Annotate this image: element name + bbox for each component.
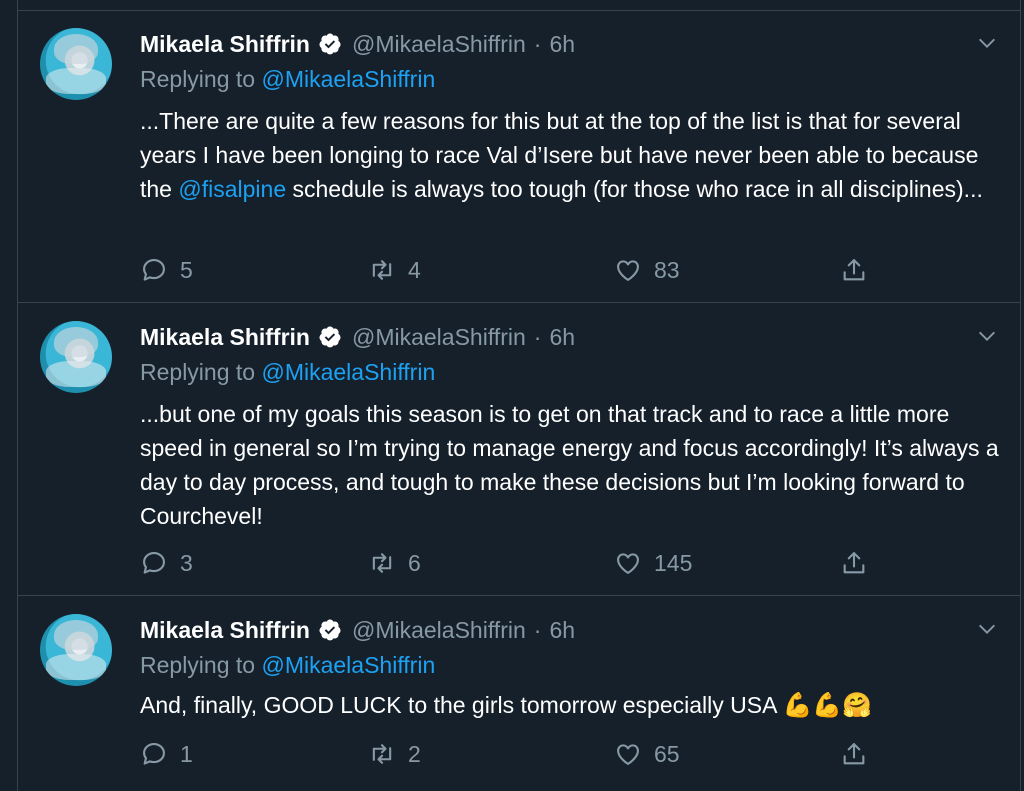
author-handle[interactable]: @MikaelaShiffrin	[352, 324, 526, 351]
timeline-border-right	[1020, 0, 1021, 791]
separator-dot: ·	[533, 616, 542, 643]
retweet-button[interactable]: 2	[368, 740, 421, 768]
retweet-button[interactable]: 6	[368, 549, 421, 577]
replying-to-mention[interactable]: @MikaelaShiffrin	[261, 359, 435, 385]
tweet-header: Mikaela Shiffrin @MikaelaShiffrin · 6h	[140, 321, 575, 353]
share-button[interactable]	[840, 549, 868, 577]
author-name[interactable]: Mikaela Shiffrin	[140, 617, 310, 644]
retweet-button[interactable]: 4	[368, 256, 421, 284]
reply-button[interactable]: 5	[140, 256, 193, 284]
share-button[interactable]	[840, 256, 868, 284]
tweet[interactable]: Mikaela Shiffrin @MikaelaShiffrin · 6h R…	[18, 614, 1020, 784]
reply-count: 1	[180, 740, 193, 767]
replying-to-mention[interactable]: @MikaelaShiffrin	[261, 652, 435, 678]
mention-link[interactable]: @fisalpine	[178, 176, 286, 202]
divider	[17, 10, 1021, 11]
timestamp[interactable]: 6h	[549, 324, 575, 351]
reply-icon	[143, 552, 165, 574]
retweet-icon	[372, 744, 392, 764]
reply-icon	[143, 743, 165, 765]
like-button[interactable]: 83	[614, 256, 680, 284]
retweet-count: 2	[408, 740, 421, 767]
chevron-down-icon[interactable]	[976, 618, 998, 640]
timestamp[interactable]: 6h	[549, 617, 575, 644]
retweet-icon	[372, 260, 392, 280]
replying-to-mention[interactable]: @MikaelaShiffrin	[261, 66, 435, 92]
author-name[interactable]: Mikaela Shiffrin	[140, 324, 310, 351]
replying-to-label: Replying to	[140, 66, 256, 92]
share-icon	[843, 259, 865, 281]
tweet[interactable]: Mikaela Shiffrin @MikaelaShiffrin · 6h R…	[18, 321, 1020, 591]
chevron-down-icon[interactable]	[976, 325, 998, 347]
separator-dot: ·	[533, 323, 542, 350]
tweet[interactable]: Mikaela Shiffrin @MikaelaShiffrin · 6h R…	[18, 28, 1020, 298]
replying-to: Replying to @MikaelaShiffrin	[140, 652, 435, 679]
reply-button[interactable]: 3	[140, 549, 193, 577]
author-handle[interactable]: @MikaelaShiffrin	[352, 31, 526, 58]
reply-count: 5	[180, 256, 193, 283]
heart-icon	[617, 260, 639, 281]
tweet-text-part: schedule is always too tough (for those …	[286, 176, 983, 202]
heart-icon	[617, 553, 639, 574]
retweet-count: 4	[408, 256, 421, 283]
avatar[interactable]	[40, 321, 112, 393]
retweet-count: 6	[408, 549, 421, 576]
replying-to-label: Replying to	[140, 359, 256, 385]
tweet-actions: 3 6 145	[140, 549, 865, 579]
heart-icon	[617, 744, 639, 765]
separator-dot: ·	[533, 30, 542, 57]
share-icon	[843, 552, 865, 574]
chevron-down-icon[interactable]	[976, 32, 998, 54]
reply-button[interactable]: 1	[140, 740, 193, 768]
share-button[interactable]	[840, 740, 868, 768]
emoji-strip: 💪💪🤗	[782, 692, 873, 719]
like-count: 65	[654, 740, 680, 767]
tweet-text-part: And, finally, GOOD LUCK to the girls tom…	[140, 692, 783, 718]
verified-icon	[319, 33, 341, 55]
author-name[interactable]: Mikaela Shiffrin	[140, 31, 310, 58]
timeline: Mikaela Shiffrin @MikaelaShiffrin · 6h R…	[0, 0, 1024, 791]
verified-icon	[319, 619, 341, 641]
tweet-text: ...but one of my goals this season is to…	[140, 401, 999, 529]
reply-count: 3	[180, 549, 193, 576]
like-count: 83	[654, 256, 680, 283]
replying-to-label: Replying to	[140, 652, 256, 678]
timestamp[interactable]: 6h	[549, 31, 575, 58]
share-icon	[843, 743, 865, 765]
tweet-text: ...There are quite a few reasons for thi…	[140, 104, 1000, 206]
tweet-text: And, finally, GOOD LUCK to the girls tom…	[140, 688, 1000, 723]
like-count: 145	[654, 549, 693, 576]
replying-to: Replying to @MikaelaShiffrin	[140, 359, 435, 386]
divider	[17, 302, 1021, 303]
tweet-actions: 5 4 83	[140, 256, 865, 286]
like-button[interactable]: 145	[614, 549, 692, 577]
avatar[interactable]	[40, 614, 112, 686]
divider	[17, 595, 1021, 596]
tweet-header: Mikaela Shiffrin @MikaelaShiffrin · 6h	[140, 28, 575, 60]
like-button[interactable]: 65	[614, 740, 680, 768]
reply-icon	[143, 259, 165, 281]
replying-to: Replying to @MikaelaShiffrin	[140, 66, 435, 93]
tweet-actions: 1 2 65	[140, 740, 865, 770]
author-handle[interactable]: @MikaelaShiffrin	[352, 617, 526, 644]
avatar[interactable]	[40, 28, 112, 100]
retweet-icon	[372, 553, 392, 573]
verified-icon	[319, 326, 341, 348]
tweet-header: Mikaela Shiffrin @MikaelaShiffrin · 6h	[140, 614, 575, 646]
